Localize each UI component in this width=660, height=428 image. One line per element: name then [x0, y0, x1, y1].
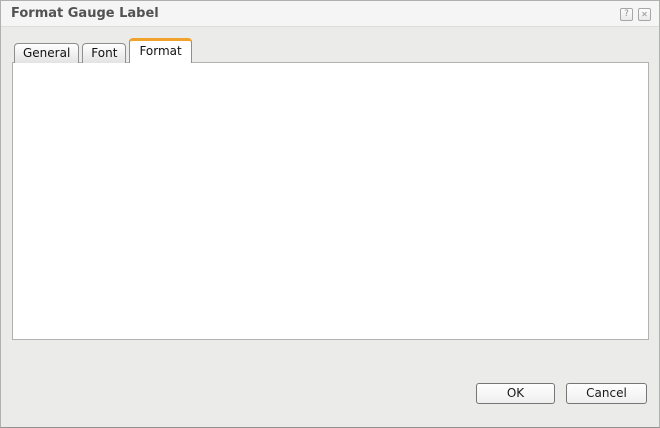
- format-gauge-label-dialog: Format Gauge Label ? ✕ General Font Form…: [0, 0, 660, 428]
- cancel-button[interactable]: Cancel: [566, 383, 647, 404]
- dialog-titlebar[interactable]: Format Gauge Label ? ✕: [1, 1, 659, 27]
- tab-font[interactable]: Font: [82, 43, 126, 63]
- tab-format[interactable]: Format: [129, 38, 191, 63]
- format-tab-panel: [12, 62, 649, 340]
- tab-bar: General Font Format: [14, 38, 192, 63]
- ok-button[interactable]: OK: [476, 383, 555, 404]
- close-icon[interactable]: ✕: [638, 8, 651, 21]
- dialog-title: Format Gauge Label: [11, 1, 159, 26]
- help-icon[interactable]: ?: [620, 8, 633, 21]
- tab-general[interactable]: General: [14, 43, 79, 63]
